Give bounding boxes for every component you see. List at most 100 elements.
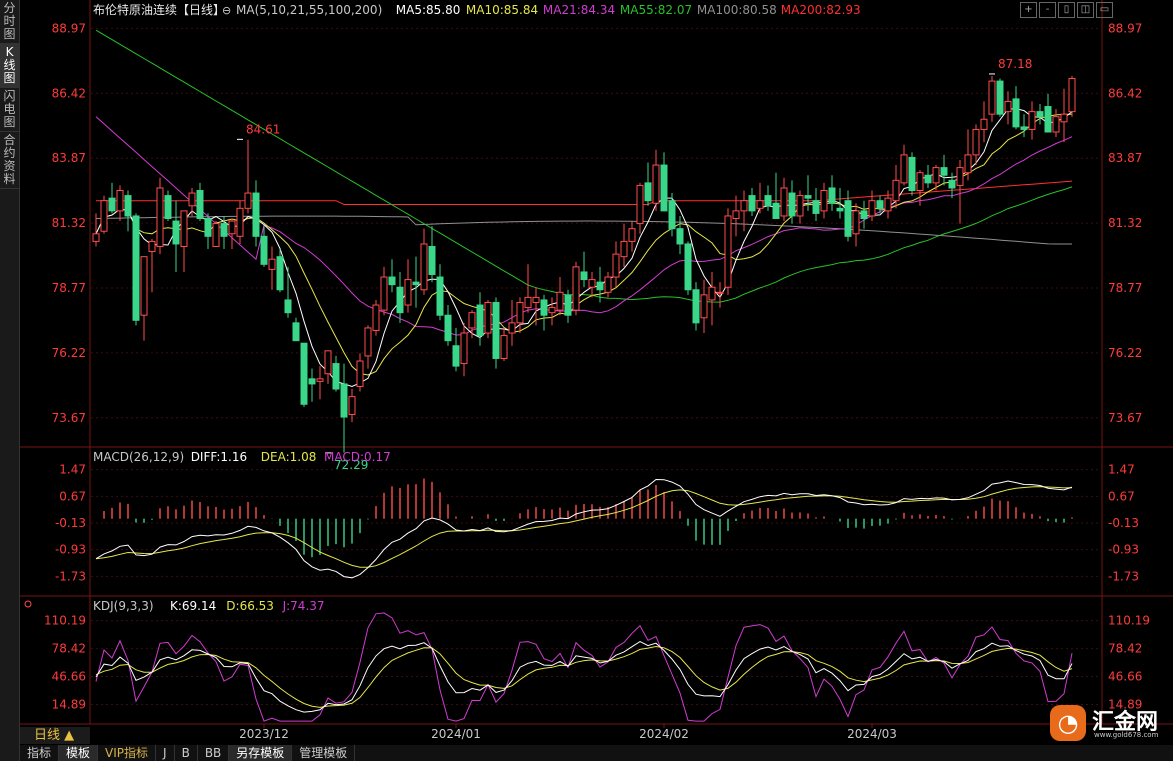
sidebar-tab-kline[interactable]: K线图 — [0, 44, 19, 88]
candle-body — [580, 271, 588, 281]
candle-body — [484, 301, 492, 334]
candle-body — [876, 200, 884, 209]
candle-body — [1012, 98, 1020, 128]
candle-body — [996, 80, 1004, 115]
x-tick-label: 2024/02 — [639, 727, 689, 741]
layout-3-button[interactable]: ▭ — [1096, 2, 1113, 18]
tab-template[interactable]: 模板 — [59, 745, 99, 761]
gold678-logo: ◔ 汇金网 www.gold678.com — [1050, 703, 1168, 743]
y-tick-left: 81.32 — [52, 216, 86, 230]
annotation-label: 87.18 — [998, 57, 1032, 71]
candle-body — [148, 240, 156, 253]
candle-body — [1060, 113, 1068, 123]
y-tick-right: 86.42 — [1108, 86, 1142, 100]
candle-body — [916, 172, 924, 192]
tab-indicator[interactable]: 指标 — [20, 745, 60, 761]
layout-2-button[interactable]: ◫ — [1077, 2, 1094, 18]
tab-manage-template[interactable]: 管理模板 — [292, 745, 356, 761]
sidebar-tab-flash[interactable]: 闪电图 — [0, 88, 19, 132]
candle-body — [220, 223, 228, 237]
candle-body — [844, 200, 852, 237]
candle-body — [380, 276, 388, 311]
candle-body — [764, 195, 772, 207]
y-tick-right: 73.67 — [1108, 411, 1142, 425]
kline-chart[interactable]: 88.97 88.97 86.42 86.42 83.87 83.87 81.32 81.32… — [0, 0, 1173, 761]
candle-body — [924, 174, 932, 184]
sidebar-tab-contract[interactable]: 合约资料 — [0, 132, 19, 189]
candle-body — [900, 154, 908, 184]
candle-body — [780, 187, 788, 217]
price-legend-item-3: MA21:84.34 — [543, 3, 615, 17]
sidebar-tab-time[interactable]: 分时图 — [0, 0, 19, 44]
y-tick-left: 110.19 — [44, 614, 86, 628]
candle-body — [364, 327, 372, 357]
candle-body — [516, 301, 524, 324]
candle-body — [156, 187, 164, 247]
y-tick-left: 83.87 — [52, 151, 86, 165]
candle-body — [292, 322, 300, 342]
candle-body — [1044, 106, 1052, 133]
y-tick-right: -0.13 — [1108, 516, 1139, 530]
candle-body — [732, 210, 740, 220]
y-tick-left: 86.42 — [52, 86, 86, 100]
candle-body — [604, 276, 612, 293]
tab-bb[interactable]: BB — [198, 745, 230, 761]
candle-body — [564, 294, 572, 316]
candle-body — [1052, 116, 1060, 133]
candle-body — [436, 276, 444, 316]
candle-body — [524, 296, 532, 309]
candle-body — [140, 256, 148, 316]
logo-mark-icon: ◔ — [1050, 705, 1086, 741]
candle-body — [1068, 78, 1076, 113]
candle-body — [788, 192, 796, 217]
tab-b[interactable]: B — [175, 745, 198, 761]
macd-legend-item-3: MACD:0.17 — [324, 450, 391, 464]
candle-body — [868, 200, 876, 217]
candle-body — [188, 192, 196, 207]
y-tick-right: -1.73 — [1108, 569, 1139, 583]
candle-body — [756, 200, 764, 209]
candle-body — [612, 253, 620, 278]
candle-body — [388, 276, 396, 286]
kdj-dot-icon — [24, 600, 32, 608]
x-tick-label: 2024/03 — [847, 727, 897, 741]
candle-body — [708, 286, 716, 301]
ma10-line — [95, 113, 1073, 376]
period-selector[interactable]: 日线 ▲ — [20, 727, 90, 744]
layout-1-button[interactable]: ▯ — [1058, 2, 1075, 18]
zoom-out-button[interactable]: - — [1039, 2, 1056, 18]
candle-body — [932, 167, 940, 184]
y-tick-right: 0.67 — [1108, 489, 1135, 503]
candle-body — [308, 378, 316, 385]
tab-vip-indicator[interactable]: VIP指标 — [98, 745, 157, 761]
candle-body — [972, 128, 980, 156]
candle-body — [468, 312, 476, 329]
tab-save-template[interactable]: 另存模板 — [229, 745, 293, 761]
y-tick-left: 78.77 — [52, 281, 86, 295]
y-tick-right: 78.42 — [1108, 642, 1142, 656]
candle-body — [772, 202, 780, 220]
candle-body — [620, 240, 628, 258]
candle-body — [892, 179, 900, 202]
tab-j[interactable]: J — [156, 745, 175, 761]
candle-body — [852, 210, 860, 235]
candle-body — [180, 210, 188, 247]
candle-body — [532, 296, 540, 303]
y-tick-right: 46.66 — [1108, 670, 1142, 684]
candle-body — [668, 200, 676, 230]
candle-body — [356, 360, 364, 387]
chart-toolbar: + - ▯ ◫ ▭ — [1020, 2, 1113, 18]
y-tick-right: 1.47 — [1108, 463, 1135, 477]
price-legend-item-5: MA100:80.58 — [697, 3, 777, 17]
bottom-tab-bar: 指标 模板 VIP指标 J B BB 另存模板 管理模板 — [20, 745, 1173, 761]
candle-body — [740, 200, 748, 212]
candle-body — [652, 164, 660, 204]
logo-url: www.gold678.com — [1094, 731, 1159, 739]
candle-body — [956, 167, 964, 186]
candle-body — [316, 378, 324, 382]
y-tick-right: 78.77 — [1108, 281, 1142, 295]
candle-body — [748, 195, 756, 212]
zoom-in-button[interactable]: + — [1020, 2, 1037, 18]
candle-body — [340, 383, 348, 418]
candle-body — [276, 256, 284, 291]
